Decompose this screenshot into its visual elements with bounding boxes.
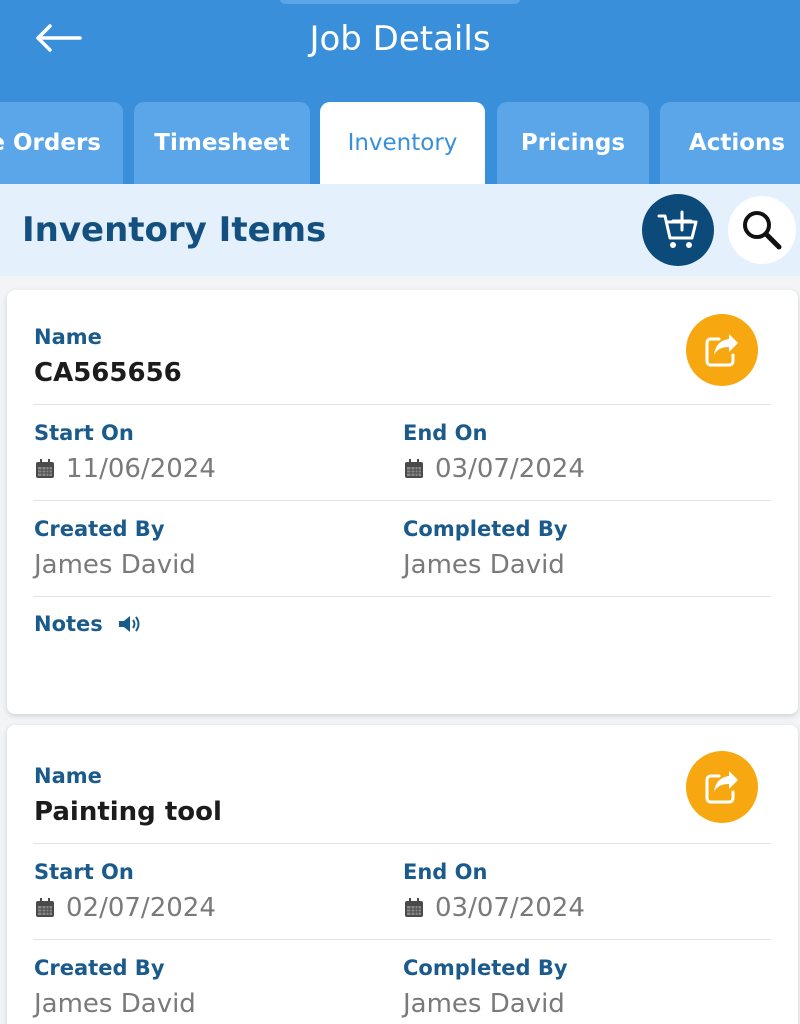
end-on-label: End On bbox=[403, 860, 488, 884]
end-on-label: End On bbox=[403, 421, 488, 445]
calendar-icon bbox=[34, 897, 56, 919]
notes-row: Notes bbox=[34, 611, 141, 637]
created-by-value: James David bbox=[34, 989, 196, 1019]
section-header: Inventory Items bbox=[0, 184, 800, 276]
created-by-value: James David bbox=[34, 550, 196, 580]
created-by-label: Created By bbox=[34, 956, 165, 980]
end-date-value: 03/07/2024 bbox=[435, 893, 585, 923]
tab-inventory[interactable]: Inventory bbox=[320, 102, 485, 184]
inventory-card[interactable]: Name Painting tool Start On 02/07/2024 E… bbox=[7, 725, 798, 1024]
share-button[interactable] bbox=[686, 751, 758, 823]
tab-pricings[interactable]: Pricings bbox=[497, 102, 649, 184]
add-inventory-button[interactable] bbox=[642, 194, 714, 266]
search-button[interactable] bbox=[728, 196, 796, 264]
start-date: 11/06/2024 bbox=[34, 453, 216, 485]
item-name: CA565656 bbox=[34, 358, 182, 388]
start-on-label: Start On bbox=[34, 860, 134, 884]
divider bbox=[33, 404, 771, 405]
divider bbox=[33, 939, 771, 940]
end-date-value: 03/07/2024 bbox=[435, 454, 585, 484]
status-notch bbox=[280, 0, 520, 4]
inventory-card[interactable]: Name CA565656 Start On 11/06/2024 End On… bbox=[7, 290, 798, 714]
cart-plus-icon bbox=[657, 210, 698, 248]
start-date: 02/07/2024 bbox=[34, 892, 216, 924]
created-by-label: Created By bbox=[34, 517, 165, 541]
tab-actions[interactable]: Actions bbox=[660, 102, 800, 184]
item-name: Painting tool bbox=[34, 797, 222, 827]
name-label: Name bbox=[34, 325, 102, 349]
calendar-icon bbox=[403, 897, 425, 919]
search-icon bbox=[743, 211, 782, 250]
tab-bar: e Orders Timesheet Inventory Pricings Ac… bbox=[0, 100, 800, 184]
tab-timesheet[interactable]: Timesheet bbox=[134, 102, 310, 184]
calendar-icon bbox=[34, 458, 56, 480]
app-header: Job Details bbox=[0, 0, 800, 100]
name-label: Name bbox=[34, 764, 102, 788]
tab-orders[interactable]: e Orders bbox=[0, 102, 123, 184]
completed-by-label: Completed By bbox=[403, 517, 568, 541]
start-on-label: Start On bbox=[34, 421, 134, 445]
end-date: 03/07/2024 bbox=[403, 892, 585, 924]
share-button[interactable] bbox=[686, 314, 758, 386]
divider bbox=[33, 843, 771, 844]
page-title: Job Details bbox=[309, 19, 491, 59]
divider bbox=[33, 500, 771, 501]
completed-by-label: Completed By bbox=[403, 956, 568, 980]
notes-label: Notes bbox=[34, 612, 103, 636]
start-date-value: 11/06/2024 bbox=[66, 454, 216, 484]
divider bbox=[33, 596, 771, 597]
share-icon bbox=[705, 334, 738, 367]
start-date-value: 02/07/2024 bbox=[66, 893, 216, 923]
completed-by-value: James David bbox=[403, 989, 565, 1019]
speaker-icon[interactable] bbox=[117, 613, 141, 635]
end-date: 03/07/2024 bbox=[403, 453, 585, 485]
share-icon bbox=[705, 771, 738, 804]
section-title: Inventory Items bbox=[22, 210, 327, 250]
calendar-icon bbox=[403, 458, 425, 480]
completed-by-value: James David bbox=[403, 550, 565, 580]
